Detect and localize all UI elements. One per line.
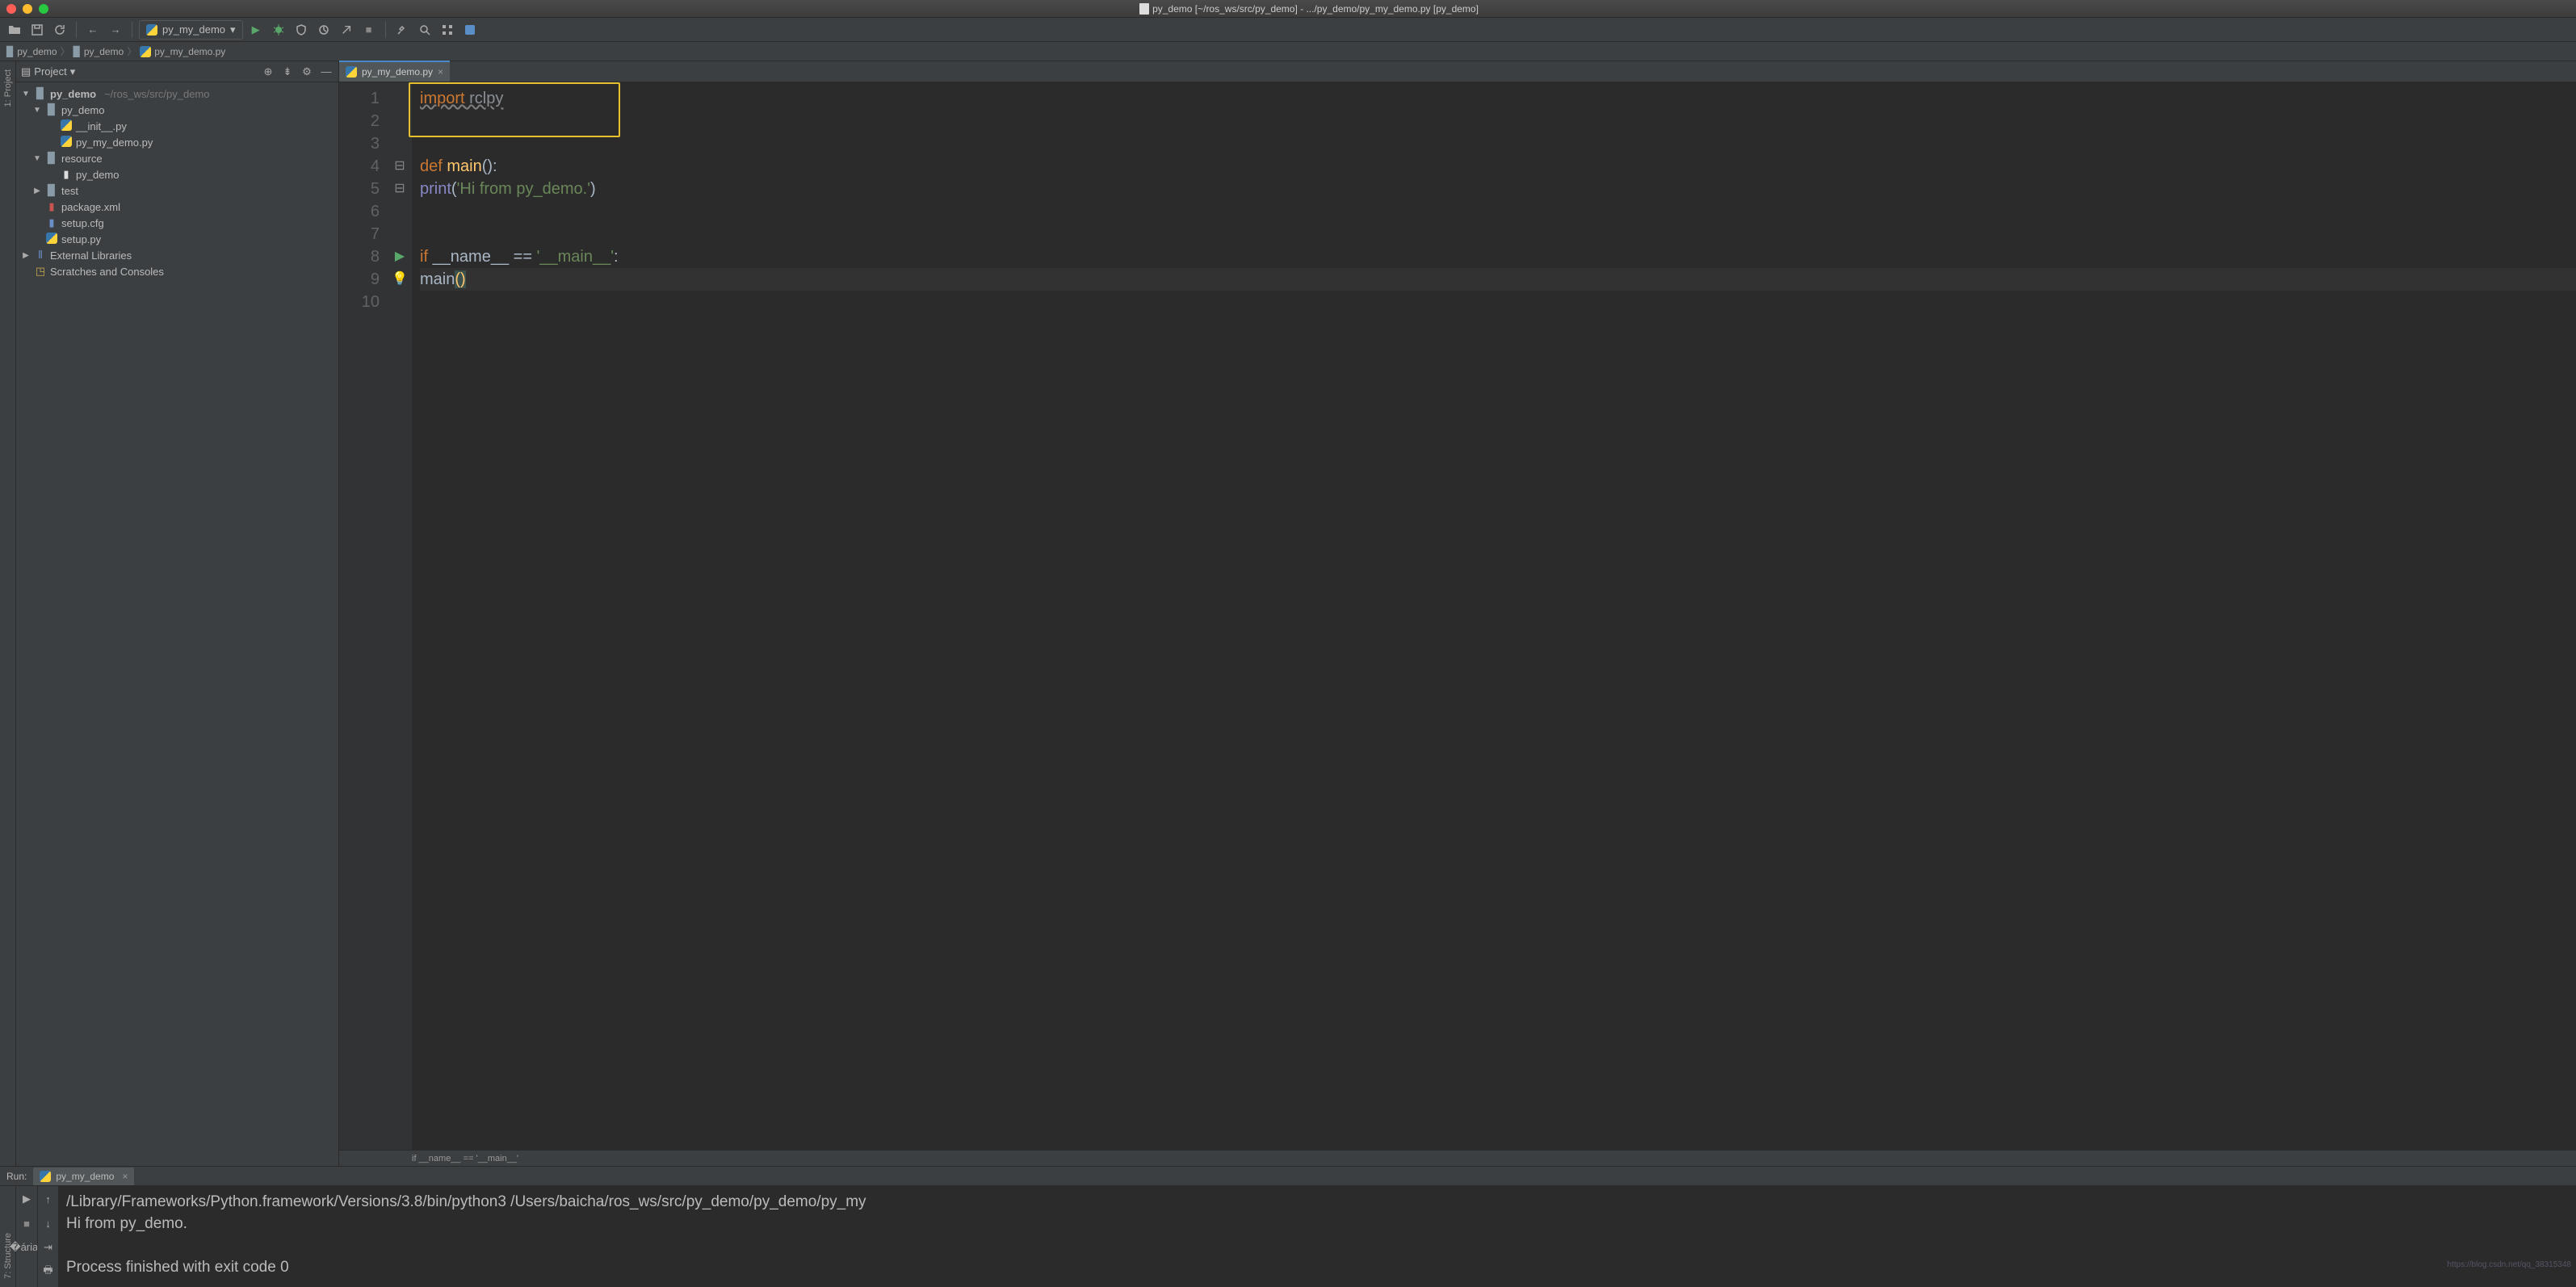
run-config-label: py_my_demo [162,23,225,36]
sidebar-title: Project [34,65,66,78]
selection-box [409,82,620,137]
search-icon[interactable] [415,20,434,40]
avatar-icon[interactable] [460,20,480,40]
tree-file-resource[interactable]: ▮py_demo [16,166,338,182]
collapse-all-icon[interactable]: ⇟ [280,65,295,79]
locate-icon[interactable]: ⊕ [261,65,275,79]
chevron-down-icon[interactable]: ▾ [70,65,76,78]
window-title: py_demo [~/ros_ws/src/py_demo] - .../py_… [1152,3,1479,15]
run-button[interactable]: ▶ [246,20,266,40]
tree-folder-test[interactable]: ▶▉test [16,182,338,199]
maximize-window-button[interactable] [39,4,48,14]
back-icon[interactable]: ← [83,20,103,40]
breadcrumb-file[interactable]: py_my_demo.py [140,46,225,57]
breadcrumb: ▉py_demo 〉 ▉py_demo 〉 py_my_demo.py [0,42,2576,61]
project-sidebar: ▤Project ▾ ⊕ ⇟ ⚙ — ▼▉py_demo~/ros_ws/src/… [16,61,339,1166]
coverage-icon[interactable] [292,20,311,40]
stop-run-button[interactable]: ■ [19,1215,35,1231]
run-console[interactable]: /Library/Frameworks/Python.framework/Ver… [58,1186,2576,1287]
attach-icon[interactable] [337,20,356,40]
python-icon [140,46,151,57]
project-tool-window-button[interactable]: 1: Project [3,66,13,110]
python-icon [146,24,157,36]
main-toolbar: ← → py_my_demo ▾ ▶ ■ [0,18,2576,42]
structure-icon[interactable] [438,20,457,40]
settings-icon[interactable]: ⚙ [300,65,314,79]
titlebar: py_demo [~/ros_ws/src/py_demo] - .../py_… [0,0,2576,18]
tab-label: py_my_demo.py [362,66,433,78]
breadcrumb-root[interactable]: ▉py_demo [6,46,57,57]
close-tab-icon[interactable]: × [438,66,443,78]
run-configuration-selector[interactable]: py_my_demo ▾ [139,20,243,40]
watermark: https://blog.csdn.net/qq_38315348 [2448,1260,2571,1269]
folder-icon: ▉ [6,46,14,57]
close-run-tab-icon[interactable]: × [122,1171,128,1182]
stop-button[interactable]: ■ [359,20,379,40]
tree-file-init[interactable]: __init__.py [16,118,338,134]
chevron-down-icon: ▾ [230,23,236,36]
tree-file-setuppy[interactable]: setup.py [16,231,338,247]
project-view-icon: ▤ [21,65,31,78]
run-line-marker[interactable]: ▶ [388,245,412,268]
python-icon [346,66,357,78]
tree-scratches[interactable]: ◳Scratches and Consoles [16,263,338,279]
tree-folder-resource[interactable]: ▼▉resource [16,150,338,166]
tree-file-setupcfg[interactable]: ▮setup.cfg [16,215,338,231]
chevron-right-icon: 〉 [127,44,136,58]
open-icon[interactable] [5,20,24,40]
down-icon[interactable]: ↓ [40,1215,57,1231]
intention-bulb-icon[interactable]: 💡 [388,268,412,291]
profile-icon[interactable] [314,20,334,40]
run-tab[interactable]: py_my_demo× [33,1168,134,1185]
rerun-button[interactable]: ▶ [19,1191,35,1207]
run-panel-title: Run: [6,1171,27,1182]
debug-button[interactable] [269,20,288,40]
forward-icon[interactable]: → [106,20,125,40]
close-window-button[interactable] [6,4,16,14]
exit-icon[interactable]: �árias [19,1239,35,1256]
structure-tool-window-button[interactable]: 7: Structure [3,1230,13,1282]
code-editor[interactable]: import rclpy def main(): print('Hi from … [412,82,2576,1150]
file-icon [1139,3,1149,15]
tree-external-libs[interactable]: ▶⫴External Libraries [16,247,338,263]
folder-icon: ▉ [73,46,81,57]
up-icon[interactable]: ↑ [40,1191,57,1207]
minimize-window-button[interactable] [23,4,32,14]
save-icon[interactable] [27,20,47,40]
chevron-right-icon: 〉 [61,44,70,58]
gutter-icons: ⊟ ⊟ ▶ 💡 [388,82,412,1150]
tree-file-mydemo[interactable]: py_my_demo.py [16,134,338,150]
soft-wrap-icon[interactable]: ⇥ [40,1239,57,1256]
print-icon[interactable]: 🖶 [40,1264,57,1280]
line-gutter: 12345678910 [339,82,388,1150]
refresh-icon[interactable] [50,20,69,40]
tree-folder-pkg[interactable]: ▼▉py_demo [16,102,338,118]
tree-file-packagexml[interactable]: ▮package.xml [16,199,338,215]
editor-breadcrumb: if __name__ == '__main__' [339,1150,2576,1166]
python-icon [40,1171,51,1182]
editor-tab[interactable]: py_my_demo.py × [339,61,450,82]
hide-icon[interactable]: — [319,65,334,79]
build-icon[interactable] [392,20,412,40]
breadcrumb-folder[interactable]: ▉py_demo [73,46,124,57]
tree-root[interactable]: ▼▉py_demo~/ros_ws/src/py_demo [16,86,338,102]
